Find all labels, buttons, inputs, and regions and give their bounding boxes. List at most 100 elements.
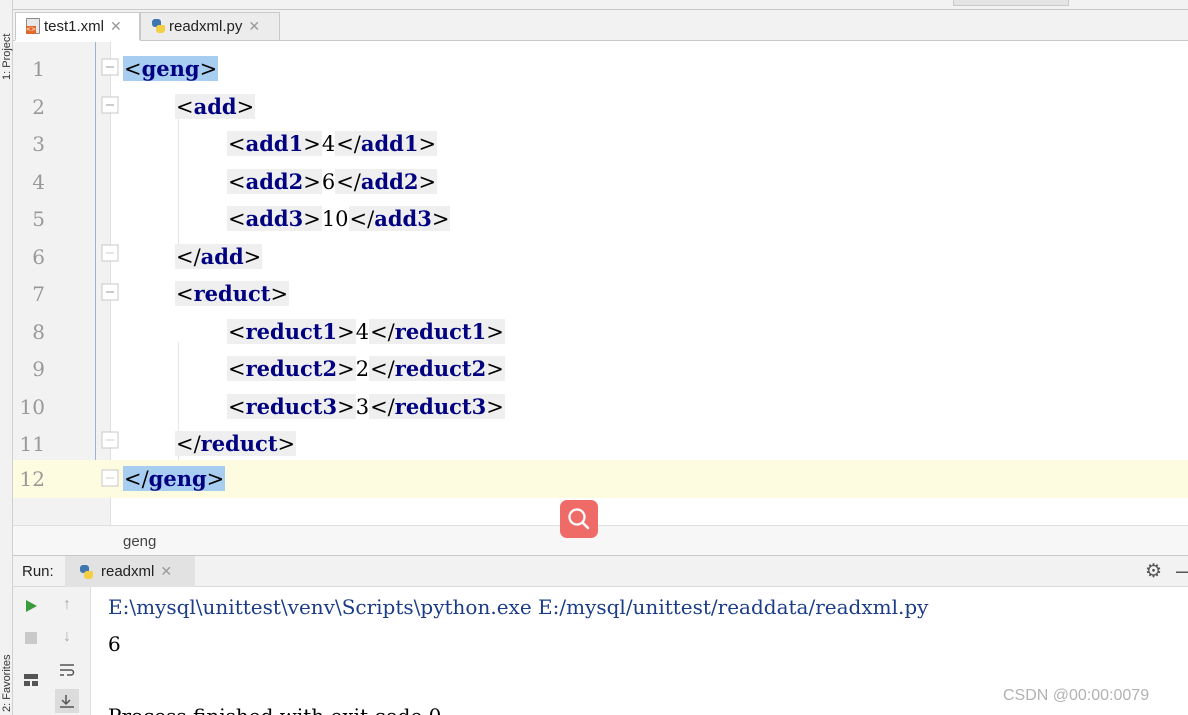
breadcrumb: geng xyxy=(13,525,1188,556)
stop-icon[interactable] xyxy=(19,626,43,650)
code-text: <add2>6</add2> xyxy=(227,166,438,198)
code-line: 1 <geng> xyxy=(13,50,1188,88)
xml-tag: <reduct3> xyxy=(227,393,356,419)
xml-tag: <reduct> xyxy=(175,281,290,306)
code-line: 5 <add3>10</add3> xyxy=(13,200,1188,238)
xml-tag: <add3> xyxy=(227,206,322,231)
xml-tag: </reduct1> xyxy=(369,318,505,344)
xml-tag: <add1> xyxy=(227,131,322,156)
current-code-line: 12 </geng> xyxy=(13,460,1188,498)
line-number: 10 xyxy=(19,394,45,419)
line-number: 5 xyxy=(32,207,45,231)
code-text: <add1>4</add1> xyxy=(227,128,438,160)
line-number: 2 xyxy=(32,94,45,119)
fold-open-icon[interactable] xyxy=(101,283,119,301)
line-number: 3 xyxy=(32,132,45,156)
down-arrow-icon[interactable]: ↓ xyxy=(55,625,79,649)
breadcrumb-item[interactable]: geng xyxy=(123,533,156,550)
left-tool-strip: 1: Project 2: Favorites xyxy=(0,0,13,715)
toolbar-control[interactable] xyxy=(953,0,1069,6)
close-icon[interactable]: ✕ xyxy=(110,18,122,35)
run-tool-window-header: Run: readxml ✕ ⚙ – xyxy=(13,556,1188,587)
console-line: 6 xyxy=(108,632,121,656)
code-editor[interactable]: 1 <geng> 2 <add> 3 <add1>4</add1> 4 <add… xyxy=(13,42,1188,525)
tab-label: readxml.py xyxy=(169,18,243,35)
xml-value: 3 xyxy=(355,394,370,419)
xml-tag: </reduct2> xyxy=(369,356,505,381)
run-tab-label: readxml xyxy=(101,563,155,580)
line-number: 8 xyxy=(32,319,45,344)
code-line: 10 <reduct3>3</reduct3> xyxy=(13,388,1188,426)
xml-tag: </add2> xyxy=(335,168,438,194)
xml-value: 10 xyxy=(321,207,349,231)
navigation-bar xyxy=(13,0,1188,10)
code-line: 6 </add> xyxy=(13,238,1188,276)
code-text: <reduct3>3</reduct3> xyxy=(227,391,505,423)
line-number: 12 xyxy=(19,467,45,491)
project-tool-tab[interactable]: 1: Project xyxy=(1,34,13,80)
code-line: 3 <add1>4</add1> xyxy=(13,125,1188,163)
run-tab-readxml[interactable]: readxml ✕ xyxy=(65,556,195,587)
xml-tag: <add2> xyxy=(227,168,322,194)
xml-value: 4 xyxy=(321,132,336,156)
xml-tag: <add> xyxy=(175,93,256,119)
xml-tag: </reduct> xyxy=(175,431,297,456)
code-line: 11 </reduct> xyxy=(13,425,1188,463)
run-label: Run: xyxy=(22,563,54,580)
xml-tag: </add3> xyxy=(348,206,451,231)
xml-tag: <reduct1> xyxy=(227,318,356,344)
gear-icon[interactable]: ⚙ xyxy=(1145,562,1162,581)
code-text: <geng> xyxy=(123,53,219,85)
line-number: 1 xyxy=(32,57,45,81)
line-number: 6 xyxy=(32,244,45,269)
fold-end-icon[interactable] xyxy=(101,244,119,262)
console-line: E:\mysql\unittest\venv\Scripts\python.ex… xyxy=(108,595,929,619)
code-text: <reduct> xyxy=(175,278,290,310)
favorites-tool-tab[interactable]: 2: Favorites xyxy=(1,655,13,712)
xml-tag: </reduct3> xyxy=(369,393,505,419)
line-number: 7 xyxy=(32,282,45,306)
python-file-icon xyxy=(151,18,165,35)
line-number: 9 xyxy=(32,357,45,381)
soft-wrap-icon[interactable] xyxy=(55,658,79,682)
xml-tag: </add1> xyxy=(335,131,438,156)
xml-tag: <geng> xyxy=(123,56,219,81)
code-text: <add> xyxy=(175,91,256,123)
code-line: 2 <add> xyxy=(13,88,1188,126)
code-line: 7 <reduct> xyxy=(13,275,1188,313)
editor-tab-bar: <> test1.xml ✕ readxml.py ✕ xyxy=(13,10,1188,41)
line-number: 4 xyxy=(32,169,45,194)
xml-tag: </add> xyxy=(175,243,263,269)
close-icon[interactable]: ✕ xyxy=(160,563,172,580)
minimize-icon[interactable]: – xyxy=(1176,558,1188,584)
close-icon[interactable]: ✕ xyxy=(248,18,260,35)
console-line: Process finished with exit code 0 xyxy=(108,704,441,715)
layout-icon[interactable] xyxy=(19,668,43,692)
code-text: <reduct1>4</reduct1> xyxy=(227,316,505,348)
tab-label: test1.xml xyxy=(44,17,105,35)
scroll-to-end-icon[interactable] xyxy=(55,689,79,713)
code-line: 9 <reduct2>2</reduct2> xyxy=(13,350,1188,388)
code-text: </geng> xyxy=(123,463,226,495)
xml-tag: <reduct2> xyxy=(227,356,356,381)
rerun-icon[interactable] xyxy=(19,594,43,618)
xml-tag: </geng> xyxy=(123,466,226,491)
search-icon[interactable] xyxy=(560,500,598,538)
python-file-icon xyxy=(79,564,93,579)
xml-value: 6 xyxy=(321,169,336,194)
code-text: </add> xyxy=(175,241,263,273)
xml-value: 4 xyxy=(355,319,370,344)
xml-value: 2 xyxy=(355,357,370,381)
xml-file-icon: <> xyxy=(26,18,40,34)
fold-open-icon[interactable] xyxy=(101,96,119,114)
fold-end-icon[interactable] xyxy=(101,431,119,449)
code-text: <add3>10</add3> xyxy=(227,203,451,235)
code-line: 8 <reduct1>4</reduct1> xyxy=(13,313,1188,351)
tab-readxml-py[interactable]: readxml.py ✕ xyxy=(140,12,280,41)
fold-end-icon[interactable] xyxy=(101,469,119,487)
run-toolbar: ↑ ↓ xyxy=(13,587,91,715)
code-text: </reduct> xyxy=(175,428,297,460)
up-arrow-icon[interactable]: ↑ xyxy=(55,593,79,617)
tab-test1-xml[interactable]: <> test1.xml ✕ xyxy=(15,12,140,41)
fold-open-icon[interactable] xyxy=(101,58,119,76)
